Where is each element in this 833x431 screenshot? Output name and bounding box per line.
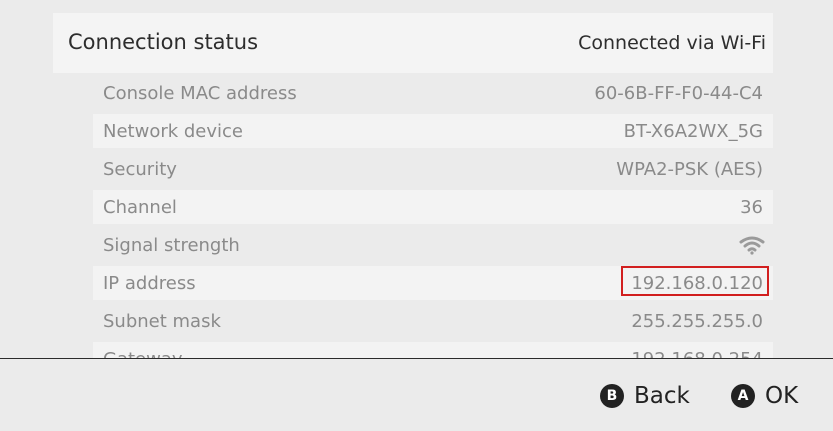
highlight-box — [621, 266, 769, 296]
settings-content: Connection status Connected via Wi-Fi Co… — [0, 0, 833, 358]
detail-label: Security — [103, 159, 177, 180]
detail-value: BT-X6A2WX_5G — [623, 121, 763, 142]
detail-row-mac: Console MAC address 60-6B-FF-F0-44-C4 — [93, 76, 773, 110]
connection-status-value: Connected via Wi-Fi — [578, 32, 766, 54]
detail-label: Subnet mask — [103, 311, 221, 332]
detail-row-subnet-mask: Subnet mask 255.255.255.0 — [93, 304, 773, 338]
detail-label: Channel — [103, 197, 177, 218]
back-label: Back — [634, 383, 690, 409]
detail-row-gateway: Gateway 192.168.0.254 — [93, 342, 773, 358]
ok-button[interactable]: A OK — [731, 381, 798, 411]
connection-status-label: Connection status — [68, 30, 259, 54]
detail-value: 36 — [740, 197, 763, 218]
detail-value: 255.255.255.0 — [631, 311, 763, 332]
detail-value: 60-6B-FF-F0-44-C4 — [594, 83, 763, 104]
detail-label: Console MAC address — [103, 83, 297, 104]
detail-label: Signal strength — [103, 235, 240, 256]
b-button-icon: B — [600, 384, 624, 408]
ok-label: OK — [765, 383, 799, 409]
footer-bar: B Back A OK — [0, 358, 833, 431]
detail-label: Gateway — [103, 349, 183, 358]
detail-row-ip-address: IP address 192.168.0.120 — [93, 266, 773, 300]
detail-row-network-device: Network device BT-X6A2WX_5G — [93, 114, 773, 148]
detail-row-security: Security WPA2-PSK (AES) — [93, 152, 773, 186]
detail-value: 192.168.0.254 — [631, 349, 763, 358]
detail-row-signal-strength: Signal strength — [93, 228, 773, 262]
detail-label: Network device — [103, 121, 244, 142]
a-button-icon: A — [731, 384, 755, 408]
back-button[interactable]: B Back — [600, 381, 690, 411]
wifi-icon — [739, 236, 765, 255]
detail-row-channel: Channel 36 — [93, 190, 773, 224]
detail-value: WPA2-PSK (AES) — [616, 159, 763, 180]
detail-label: IP address — [103, 273, 196, 294]
connection-status-row[interactable]: Connection status Connected via Wi-Fi — [53, 13, 773, 73]
